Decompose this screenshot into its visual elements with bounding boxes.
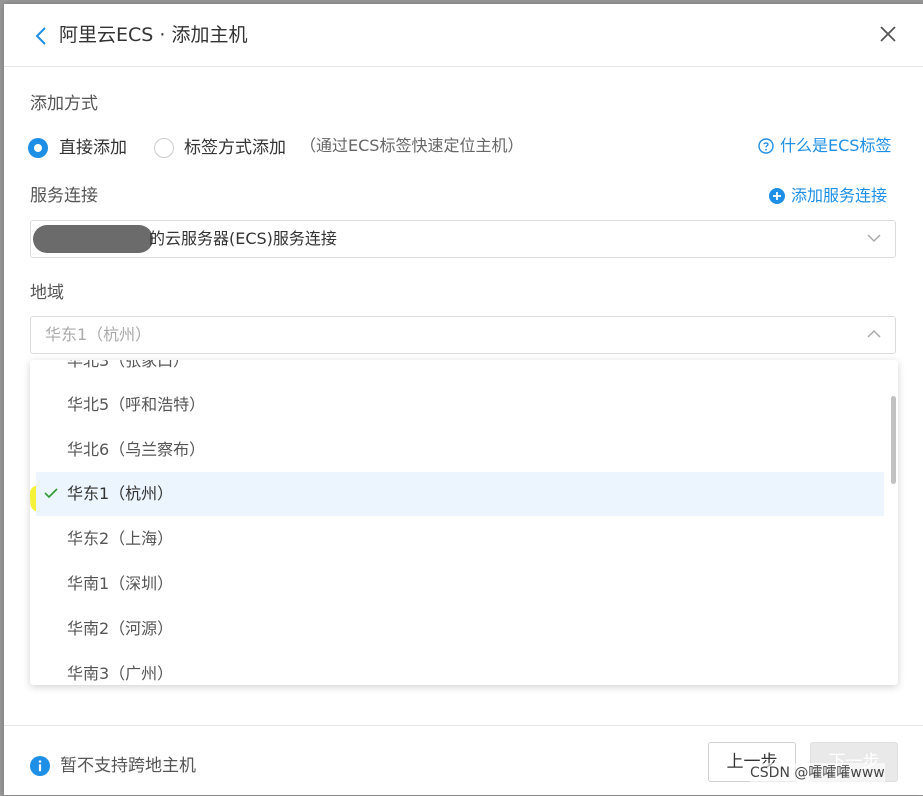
radio-direct-add[interactable] xyxy=(28,138,48,158)
dialog-header: 阿里云ECS · 添加主机 xyxy=(4,4,923,67)
region-option[interactable]: 华南3（广州） xyxy=(36,652,884,685)
add-host-dialog: 阿里云ECS · 添加主机 添加方式 直接添加 标签方式添加 （通过ECS标签快… xyxy=(4,4,923,795)
ecs-tag-help-text: 什么是ECS标签 xyxy=(780,136,892,155)
region-option-selected[interactable]: 华东1（杭州） xyxy=(36,472,884,516)
info-icon xyxy=(30,756,50,776)
footer-notice: 暂不支持跨地主机 xyxy=(60,756,196,776)
region-select-value: 华东1（杭州） xyxy=(45,325,152,344)
add-method-hint: （通过ECS标签快速定位主机） xyxy=(300,136,524,155)
dialog-footer: 暂不支持跨地主机 上一步 下一步 xyxy=(4,725,923,796)
add-service-connection-text: 添加服务连接 xyxy=(791,186,888,205)
region-label: 地域 xyxy=(30,283,64,303)
chevron-down-icon xyxy=(867,234,881,243)
radio-tag-add[interactable] xyxy=(154,138,174,158)
region-dropdown: 华北3（张家口） 华北5（呼和浩特） 华北6（乌兰察布） 华东1（杭州） 华东2… xyxy=(30,360,898,685)
region-select[interactable]: 华东1（杭州） xyxy=(30,316,896,354)
plus-circle-icon xyxy=(769,188,785,204)
service-connection-select[interactable]: 的云服务器(ECS)服务连接 xyxy=(30,220,896,258)
radio-direct-add-label[interactable]: 直接添加 xyxy=(59,136,127,160)
dropdown-scrollbar[interactable] xyxy=(891,396,896,484)
close-icon[interactable] xyxy=(878,24,898,44)
service-connection-value: 的云服务器(ECS)服务连接 xyxy=(149,229,337,248)
region-option[interactable]: 华南2（河源） xyxy=(36,607,884,651)
chevron-left-icon[interactable] xyxy=(34,26,48,46)
chevron-up-icon xyxy=(867,329,881,338)
dialog-title: 阿里云ECS · 添加主机 xyxy=(59,24,248,46)
add-method-label: 添加方式 xyxy=(30,94,98,114)
redacted-mask xyxy=(33,225,153,253)
region-option[interactable]: 华南1（深圳） xyxy=(36,562,884,606)
ecs-tag-help-link[interactable]: 什么是ECS标签 xyxy=(758,134,891,158)
region-option[interactable]: 华北6（乌兰察布） xyxy=(36,428,884,472)
check-icon xyxy=(44,488,58,499)
add-service-connection-link[interactable]: 添加服务连接 xyxy=(769,184,887,208)
radio-tag-add-label[interactable]: 标签方式添加 xyxy=(184,136,286,160)
region-option[interactable]: 华北5（呼和浩特） xyxy=(36,383,884,427)
service-connection-label: 服务连接 xyxy=(30,186,98,206)
question-circle-icon xyxy=(758,138,774,154)
region-option[interactable]: 华北3（张家口） xyxy=(36,360,884,383)
watermark: CSDN @嚯嚯嚯www xyxy=(750,763,885,783)
region-option[interactable]: 华东2（上海） xyxy=(36,517,884,561)
